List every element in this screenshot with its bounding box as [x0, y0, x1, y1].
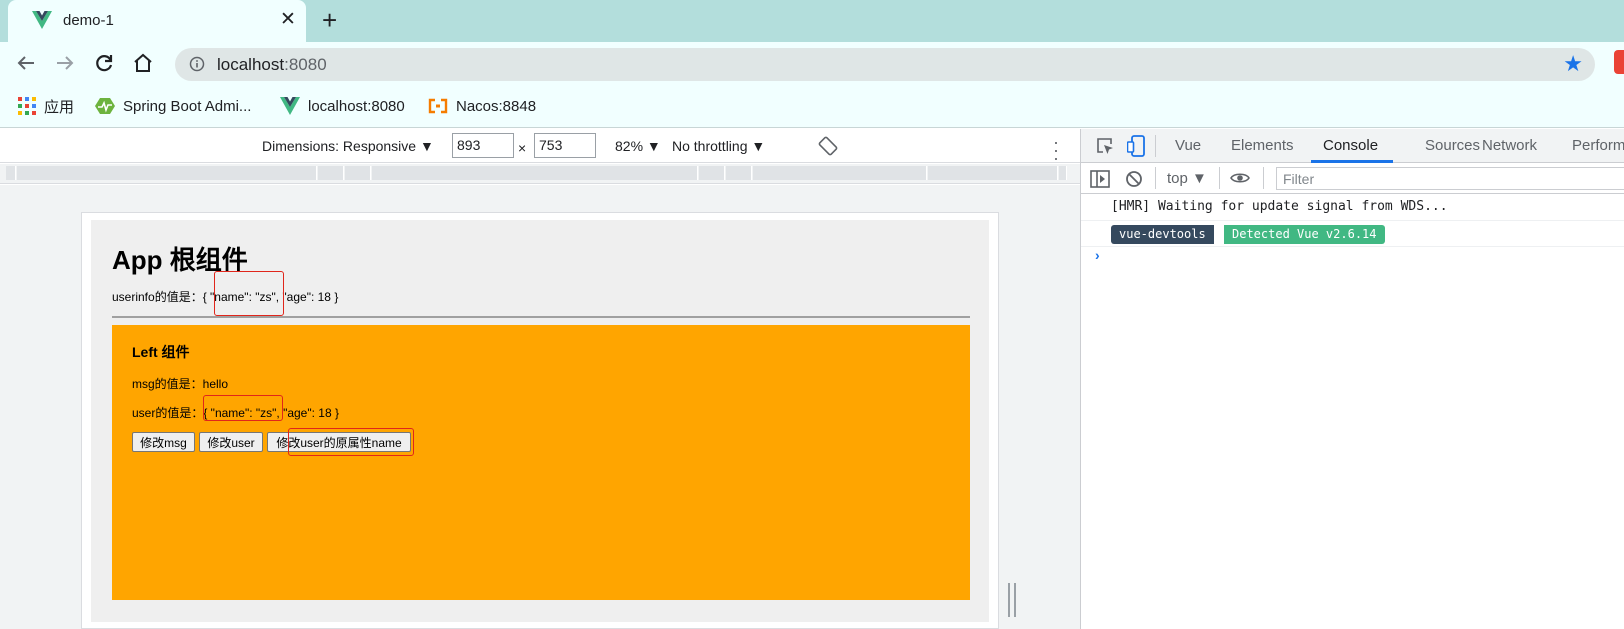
divider [112, 316, 970, 318]
ruler-segment[interactable] [345, 166, 371, 180]
toolbar-separator [1155, 135, 1156, 157]
modify-user-button[interactable]: 修改user [199, 432, 263, 452]
tab-performance[interactable]: Perform [1572, 137, 1624, 154]
console-filter-input[interactable]: Filter [1276, 167, 1624, 190]
console-log-vue-devtools: vue-devtools Detected Vue v2.6.14 [1081, 221, 1624, 247]
bookmark-label: Spring Boot Admi... [123, 97, 252, 115]
viewport-resize-handle[interactable] [1008, 583, 1016, 617]
ruler-segment[interactable] [1059, 166, 1067, 180]
apps-grid-icon [18, 97, 36, 115]
bookmark-spring-boot-admin[interactable]: Spring Boot Admi... [95, 96, 251, 116]
clear-console-icon[interactable] [1125, 170, 1143, 188]
msg-value-line: msg的值是：hello [132, 377, 229, 391]
home-icon[interactable] [131, 51, 155, 75]
detected-vue-badge: Detected Vue v2.6.14 [1224, 225, 1385, 244]
ruler-segment[interactable] [699, 166, 725, 180]
browser-toolbar: localhost:8080 ★ [0, 42, 1624, 84]
media-query-ruler [0, 164, 1080, 184]
rotate-icon[interactable] [818, 136, 838, 156]
ruler-segment[interactable] [17, 166, 317, 180]
bookmark-label: 应用 [44, 98, 75, 116]
devtools-panel: Vue Elements Console Sources Network Per… [1080, 129, 1624, 629]
highlight-box [288, 428, 414, 456]
modify-msg-button[interactable]: 修改msg [132, 432, 195, 452]
toolbar-separator [1155, 167, 1156, 189]
ruler-segment[interactable] [372, 166, 698, 180]
tab-elements[interactable]: Elements [1231, 137, 1294, 154]
browser-tab[interactable]: demo-1 ✕ [8, 0, 306, 42]
console-log-hmr: [HMR] Waiting for update signal from WDS… [1081, 195, 1624, 221]
console-toolbar: top ▼ Filter [1081, 163, 1624, 194]
ruler-segment[interactable] [726, 166, 752, 180]
left-component-title: Left 组件 [132, 344, 190, 360]
vue-logo-icon [280, 97, 300, 115]
ruler-segment[interactable] [928, 166, 1058, 180]
device-toggle-icon[interactable] [1127, 135, 1145, 157]
inspect-element-icon[interactable] [1095, 136, 1115, 156]
highlight-box [214, 271, 284, 316]
nacos-icon [428, 98, 448, 114]
tab-title: demo-1 [63, 12, 114, 29]
dimensions-dropdown[interactable]: Dimensions: Responsive ▼ [262, 138, 434, 154]
vue-logo-icon [32, 11, 52, 29]
sidebar-toggle-icon[interactable] [1090, 170, 1110, 188]
reload-icon[interactable] [92, 51, 116, 75]
toolbar-separator [1263, 167, 1264, 189]
throttling-dropdown[interactable]: No throttling ▼ [672, 138, 765, 154]
address-url[interactable]: localhost:8080 [217, 55, 327, 75]
tab-strip: demo-1 ✕ + [0, 0, 1624, 42]
new-tab-icon[interactable]: + [322, 7, 337, 33]
bookmark-label: localhost:8080 [308, 97, 405, 115]
toolbar-separator [1219, 167, 1220, 189]
spring-boot-icon [95, 98, 115, 114]
tab-console[interactable]: Console [1323, 137, 1378, 154]
tab-network[interactable]: Network [1482, 137, 1537, 154]
eye-icon[interactable] [1230, 171, 1250, 185]
ruler-segment[interactable] [6, 166, 16, 180]
viewport-width-input[interactable]: 893 [452, 133, 514, 158]
more-options-icon[interactable]: · · · [1053, 133, 1059, 167]
close-tab-icon[interactable]: ✕ [280, 9, 296, 31]
bookmark-label: Nacos:8848 [456, 97, 537, 115]
bookmarks-bar: 应用 Spring Boot Admi... localhost:8080 Na… [0, 84, 1624, 128]
context-selector[interactable]: top ▼ [1167, 170, 1207, 187]
bookmark-apps[interactable]: 应用 [18, 96, 74, 116]
address-bar[interactable]: localhost:8080 ★ [175, 48, 1595, 81]
bookmark-localhost[interactable]: localhost:8080 [280, 96, 405, 116]
left-component [112, 325, 970, 600]
dimension-times: × [518, 140, 527, 156]
site-info-icon[interactable] [189, 56, 205, 72]
device-toolbar: Dimensions: Responsive ▼ 893 × 753 82% ▼… [0, 129, 1080, 167]
url-host: localhost [217, 55, 285, 74]
devtools-tab-bar: Vue Elements Console Sources Network Per… [1081, 129, 1624, 163]
tab-sources[interactable]: Sources [1425, 137, 1480, 154]
forward-arrow-icon[interactable] [53, 51, 77, 75]
extension-icon[interactable] [1614, 50, 1624, 74]
url-port: :8080 [284, 55, 327, 74]
tab-vue[interactable]: Vue [1175, 137, 1201, 154]
vue-devtools-badge: vue-devtools [1111, 225, 1214, 244]
back-arrow-icon[interactable] [14, 51, 38, 75]
console-prompt-icon[interactable]: › [1095, 247, 1100, 263]
ruler-segment[interactable] [753, 166, 927, 180]
viewport-height-input[interactable]: 753 [534, 133, 596, 158]
bookmark-nacos[interactable]: Nacos:8848 [428, 96, 536, 116]
highlight-box [203, 395, 283, 421]
bookmark-star-icon[interactable]: ★ [1563, 53, 1583, 75]
zoom-dropdown[interactable]: 82% ▼ [615, 138, 661, 154]
ruler-segment[interactable] [318, 166, 344, 180]
